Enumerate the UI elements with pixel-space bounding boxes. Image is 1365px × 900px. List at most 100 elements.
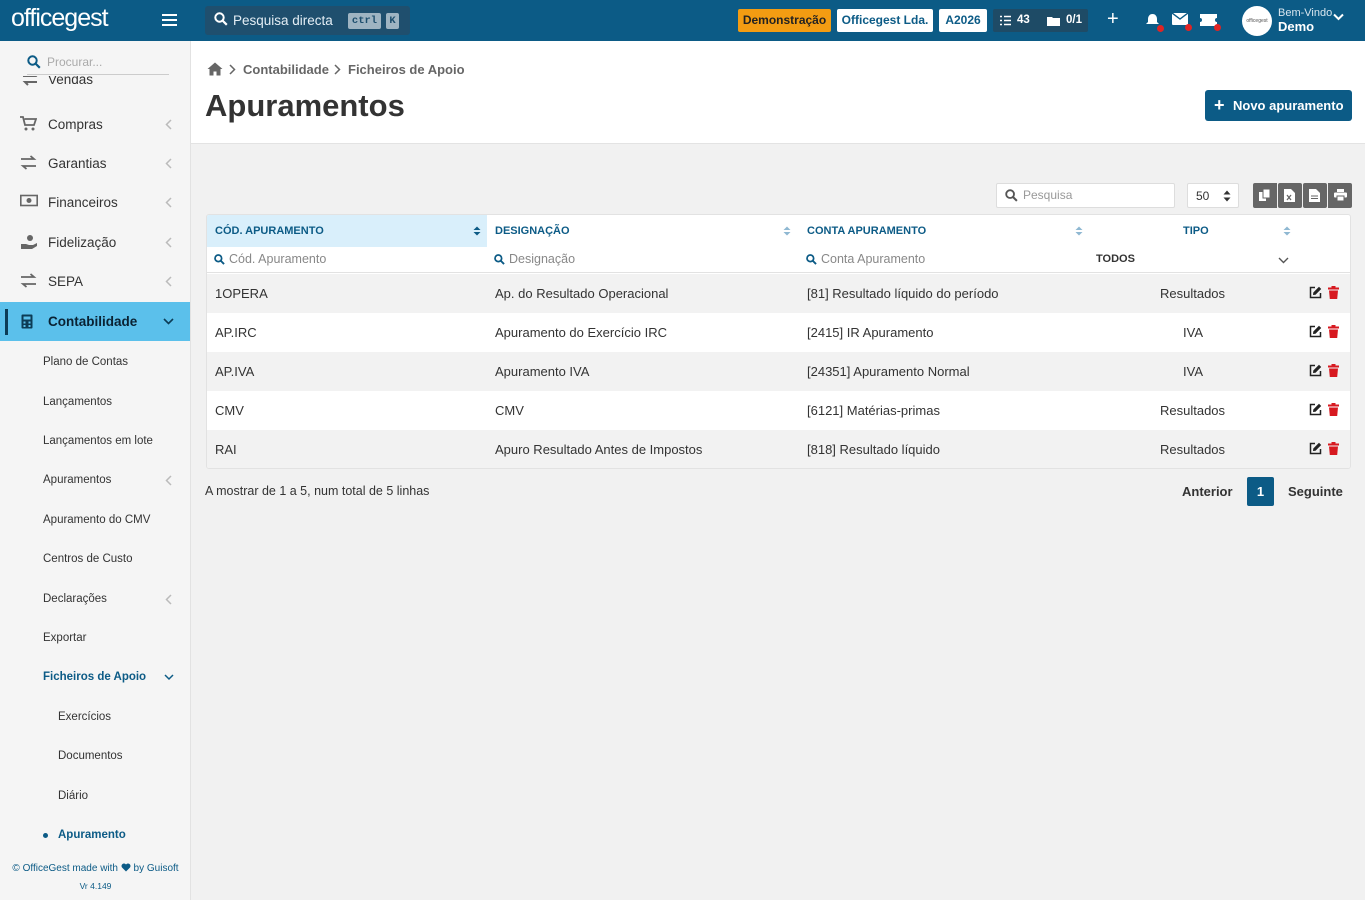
page-size-select[interactable]: 50 [1187,183,1239,208]
edit-icon[interactable] [1309,403,1322,416]
search-icon [1005,189,1018,202]
sidebar-item-label: Financeiros [48,195,118,210]
table-search-input[interactable] [1023,188,1171,202]
folders-count: 0/1 [1066,14,1082,26]
top-bar: officegest Pesquisa directa ctrl K Demon… [0,0,1365,41]
sidebar-item-label: Compras [48,117,103,132]
table-row[interactable]: AP.IRC Apuramento do Exercício IRC [2415… [207,313,1350,352]
new-apuramento-button[interactable]: + Novo apuramento [1205,90,1352,121]
sidebar-item-fidelizacao[interactable]: Fidelização [0,223,190,262]
pdf-button[interactable] [1303,183,1327,208]
edit-icon[interactable] [1309,442,1322,455]
page-title: Apuramentos [205,88,405,123]
sidebar-item-vendas[interactable]: Vendas [0,76,190,90]
home-icon[interactable] [207,62,223,76]
version: Vr 4.149 [79,881,112,891]
tickets-icon[interactable] [1200,13,1221,31]
delete-icon[interactable] [1328,364,1339,377]
notifications-icon[interactable] [1145,13,1164,32]
breadcrumb-ficheiros-apoio[interactable]: Ficheiros de Apoio [348,62,465,77]
sidebar-search-input[interactable] [47,55,165,69]
tasks-count: 43 [1017,14,1030,26]
company-selector[interactable]: Officegest Lda. [837,9,933,32]
sidebar-item-contabilidade[interactable]: Contabilidade [0,302,190,341]
demo-badge[interactable]: Demonstração [738,9,831,32]
sidebar-item-label: Contabilidade [48,314,138,329]
filter-conta-input[interactable] [821,252,1081,266]
sidebar-sub-label: Exercícios [58,711,112,723]
cell-conta: [6121] Matérias-primas [807,403,940,418]
column-header-designacao[interactable]: DESIGNAÇÃO [487,215,799,247]
folder-icon [1047,17,1060,26]
chevron-down-icon[interactable] [1333,13,1344,21]
print-button[interactable] [1328,183,1352,208]
year-selector[interactable]: A2026 [939,9,987,32]
column-header-label: TIPO [1183,225,1209,237]
table-row[interactable]: RAI Apuro Resultado Antes de Impostos [8… [207,430,1350,468]
app-logo[interactable]: officegest [11,4,109,33]
delete-icon[interactable] [1328,442,1339,455]
copy-icon [1259,189,1271,201]
sidebar-search[interactable] [27,53,169,75]
table-search[interactable] [996,183,1175,208]
add-icon[interactable]: + [1107,9,1119,29]
search-icon [214,12,228,26]
cell-cod: 1OPERA [215,286,268,301]
filter-cod[interactable] [207,247,487,273]
column-header-cod[interactable]: CÓD. APURAMENTO [207,215,487,247]
exchange-icon [22,76,38,86]
filter-conta[interactable] [799,247,1085,273]
edit-icon[interactable] [1309,286,1322,299]
quick-search-button[interactable]: Pesquisa directa ctrl K [205,6,410,35]
pagination-next[interactable]: Seguinte [1288,478,1343,505]
cell-tipo: Resultados [1160,286,1226,301]
plus-icon: + [1214,95,1225,115]
edit-icon[interactable] [1309,364,1322,377]
chevron-down-icon [1278,257,1289,264]
delete-icon[interactable] [1328,325,1339,338]
filter-tipo-select[interactable]: TODOS [1085,247,1295,273]
cell-cod: AP.IRC [215,325,257,340]
kbd-k: K [386,13,399,29]
filter-cod-input[interactable] [229,252,479,266]
column-header-conta[interactable]: CONTA APURAMENTO [799,215,1085,247]
chevron-down-icon [163,318,174,325]
edit-icon[interactable] [1309,325,1322,338]
counters[interactable]: 43 0/1 [993,9,1088,32]
menu-toggle-icon[interactable] [162,14,177,26]
filter-designacao[interactable] [487,247,799,273]
search-icon [214,254,225,265]
user-avatar[interactable]: officegest [1242,6,1272,36]
cell-designacao: Ap. do Resultado Operacional [495,286,669,301]
sidebar-sub-label: Documentos [58,750,123,762]
search-icon [27,55,41,69]
sidebar: Vendas Compras Garantias Financeiros Fid… [0,41,191,900]
chevron-left-icon [165,197,172,208]
filter-designacao-input[interactable] [509,252,789,266]
sidebar-item-sepa[interactable]: SEPA [0,262,190,301]
cart-icon [20,116,37,131]
breadcrumb-contabilidade[interactable]: Contabilidade [243,62,329,77]
cell-conta: [818] Resultado líquido [807,442,940,457]
cell-designacao: Apuro Resultado Antes de Impostos [495,442,703,457]
sidebar-item-label: SEPA [48,274,84,289]
user-name[interactable]: Demo [1278,19,1314,34]
pagination-page-1[interactable]: 1 [1247,477,1274,506]
pagination-prev[interactable]: Anterior [1182,478,1233,505]
excel-button[interactable] [1278,183,1302,208]
active-dot-icon [43,833,48,838]
column-header-label: CONTA APURAMENTO [807,225,927,237]
table-row[interactable]: AP.IVA Apuramento IVA [24351] Apuramento… [207,352,1350,391]
column-header-tipo[interactable]: TIPO [1085,215,1295,247]
table-row[interactable]: 1OPERA Ap. do Resultado Operacional [81]… [207,274,1350,313]
sidebar-item-compras[interactable]: Compras [0,105,190,144]
sidebar-footer: © OfficeGest made with by Guisoft [0,863,190,874]
delete-icon[interactable] [1328,286,1339,299]
table-row[interactable]: CMV CMV [6121] Matérias-primas Resultado… [207,391,1350,430]
messages-icon[interactable] [1171,12,1192,31]
sidebar-item-financeiros[interactable]: Financeiros [0,183,190,222]
copy-button[interactable] [1253,183,1277,208]
pagination-info: A mostrar de 1 a 5, num total de 5 linha… [205,484,430,498]
sidebar-item-garantias[interactable]: Garantias [0,144,190,183]
delete-icon[interactable] [1328,403,1339,416]
